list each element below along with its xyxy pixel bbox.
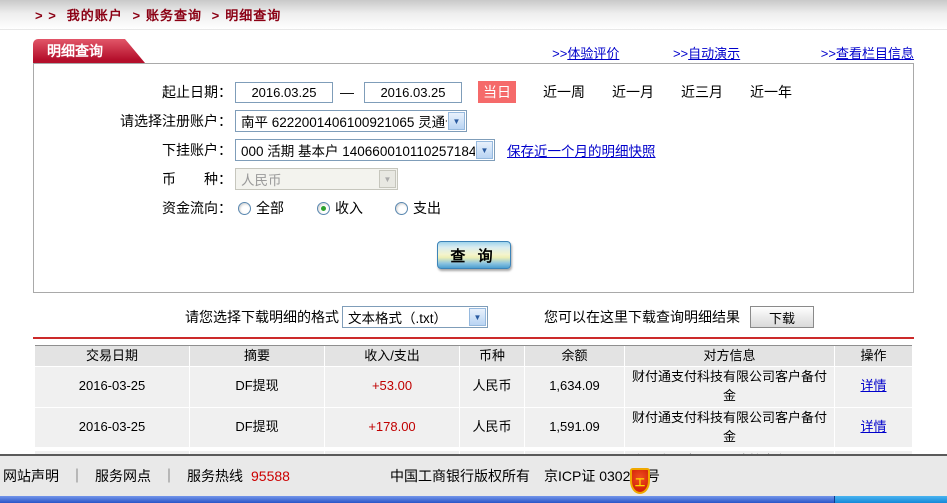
col-header-counterparty: 对方信息 <box>625 346 835 366</box>
radio-income-label[interactable]: 收入 <box>335 198 363 218</box>
sub-account-row: 下挂账户： 000 活期 基本户 1406600101102571848 ▼ 保… <box>34 139 913 161</box>
link-experience-review[interactable]: >>体验评价 <box>552 46 619 61</box>
quick-range-week[interactable]: 近一周 <box>543 82 585 102</box>
radio-income[interactable] <box>317 201 330 215</box>
dropdown-arrow-icon[interactable]: ▼ <box>469 308 486 326</box>
radio-all-label[interactable]: 全部 <box>256 198 284 218</box>
table-row: 2016-03-25 DF提现 +53.00 人民币 1,634.09 财付通支… <box>35 367 912 407</box>
dropdown-arrow-icon[interactable]: ▼ <box>448 112 465 130</box>
flow-row: 资金流向： 全部 收入 支出 <box>34 197 913 219</box>
cell-date: 2016-03-25 <box>35 407 190 448</box>
currency-select: 人民币 ▼ <box>235 168 398 190</box>
radio-all[interactable] <box>238 201 251 215</box>
table-row: 2016-03-25 DF提现 +178.00 人民币 1,591.09 财付通… <box>35 407 912 448</box>
download-row: 请您选择下载明细的格式 文本格式（.txt） ▼ 您可以在这里下载查询明细结果 … <box>33 306 914 328</box>
footer: 网站声明 ｜ 服务网点 ｜ 服务热线 95588 中国工商银行版权所有 京ICP… <box>0 454 947 496</box>
bottom-bar-left-segment <box>0 496 835 503</box>
cell-summary: DF提现 <box>190 407 325 448</box>
bottom-blue-bar <box>0 496 947 503</box>
date-range-dash: — <box>340 84 354 100</box>
cell-balance: 1,591.09 <box>525 407 625 448</box>
date-range-row: 起止日期： — 当日 近一周 近一月 近三月 近一年 <box>34 81 913 103</box>
table-header-row: 交易日期 摘要 收入/支出 币种 余额 对方信息 操作 <box>35 345 912 366</box>
save-snapshot-link[interactable]: 保存近一个月的明细快照 <box>507 140 656 160</box>
breadcrumb-separator: > <box>211 8 221 23</box>
footer-links: 网站声明 ｜ 服务网点 ｜ 服务热线 95588 <box>0 466 290 486</box>
col-header-summary: 摘要 <box>190 346 325 366</box>
date-range-label: 起止日期： <box>162 84 232 100</box>
query-button-row: 查 询 <box>34 241 913 269</box>
query-button[interactable]: 查 询 <box>436 241 511 269</box>
icp-badge-icon[interactable]: 工 <box>630 468 650 494</box>
breadcrumb-item-account-query[interactable]: 账务查询 <box>146 8 202 23</box>
currency-label: 币 种： <box>162 171 232 187</box>
footer-separator: ｜ <box>70 468 84 484</box>
col-header-balance: 余额 <box>525 346 625 366</box>
cell-summary: DF提现 <box>190 367 325 407</box>
col-header-currency: 币种 <box>460 346 525 366</box>
breadcrumb-item-detail-query[interactable]: 明细查询 <box>225 8 281 23</box>
quick-range-quarter[interactable]: 近三月 <box>681 82 723 102</box>
cell-currency: 人民币 <box>460 407 525 448</box>
col-header-amount: 收入/支出 <box>325 346 460 366</box>
footer-separator: ｜ <box>162 468 176 484</box>
quick-range-year[interactable]: 近一年 <box>750 82 792 102</box>
cell-amount: +178.00 <box>325 407 460 448</box>
flow-label: 资金流向： <box>162 200 232 216</box>
cell-date: 2016-03-25 <box>35 367 190 407</box>
tab-detail-query[interactable]: 明细查询 <box>33 39 125 63</box>
detail-link[interactable]: 详情 <box>860 418 886 437</box>
sub-account-select[interactable]: 000 活期 基本户 1406600101102571848 ▼ <box>235 139 495 161</box>
download-hint: 您可以在这里下载查询明细结果 <box>544 309 740 325</box>
quick-range-month[interactable]: 近一月 <box>612 82 654 102</box>
breadcrumb-prefix: > > <box>35 8 57 23</box>
col-header-action: 操作 <box>860 347 887 363</box>
download-format-select[interactable]: 文本格式（.txt） ▼ <box>342 306 488 328</box>
register-account-label: 请选择注册账户： <box>120 113 232 129</box>
bottom-bar-right-segment <box>835 496 947 503</box>
link-view-column-info[interactable]: >>查看栏目信息 <box>821 46 914 61</box>
breadcrumb: > > 我的账户 > 账务查询 > 明细查询 <box>35 5 281 24</box>
today-button[interactable]: 当日 <box>478 81 516 103</box>
download-button[interactable]: 下载 <box>750 306 814 328</box>
cell-counterparty: 财付通支付科技有限公司客户备付金 <box>625 407 835 448</box>
dropdown-arrow-icon[interactable]: ▼ <box>476 141 493 159</box>
footer-copyright: 中国工商银行版权所有 京ICP证 030247号 <box>390 468 660 484</box>
detail-link[interactable]: 详情 <box>860 377 886 396</box>
register-account-select[interactable]: 南平 6222001406100921065 灵通卡 ▼ <box>235 110 467 132</box>
footer-hotline-label: 服务热线 <box>187 468 243 484</box>
cell-amount: +53.00 <box>325 367 460 407</box>
cell-counterparty: 财付通支付科技有限公司客户备付金 <box>625 367 835 407</box>
dropdown-arrow-icon: ▼ <box>379 170 396 188</box>
date-from-input[interactable] <box>235 81 333 103</box>
radio-expense[interactable] <box>395 201 408 215</box>
footer-link-branches[interactable]: 服务网点 <box>95 466 151 486</box>
main-content: 明细查询 >>体验评价 >>自动演示 >>查看栏目信息 起止日期： — 当日 近… <box>33 39 914 492</box>
top-bar: > > 我的账户 > 账务查询 > 明细查询 <box>0 0 947 30</box>
col-header-date: 交易日期 <box>35 346 190 366</box>
cell-currency: 人民币 <box>460 367 525 407</box>
date-to-input[interactable] <box>364 81 462 103</box>
currency-row: 币 种： 人民币 ▼ <box>34 168 913 190</box>
footer-link-statement[interactable]: 网站声明 <box>3 466 59 486</box>
footer-hotline-number: 95588 <box>251 468 290 484</box>
sub-account-label: 下挂账户： <box>162 142 232 158</box>
radio-expense-label[interactable]: 支出 <box>413 198 441 218</box>
cell-balance: 1,634.09 <box>525 367 625 407</box>
red-divider <box>33 337 914 339</box>
query-form: 起止日期： — 当日 近一周 近一月 近三月 近一年 请选择注册账户： 南平 6… <box>33 63 914 293</box>
header-links: >>体验评价 >>自动演示 >>查看栏目信息 <box>552 43 914 62</box>
link-auto-demo[interactable]: >>自动演示 <box>673 46 740 61</box>
download-format-label: 请您选择下载明细的格式 <box>185 309 339 325</box>
tab-row: 明细查询 >>体验评价 >>自动演示 >>查看栏目信息 <box>33 39 914 63</box>
register-account-row: 请选择注册账户： 南平 6222001406100921065 灵通卡 ▼ <box>34 110 913 132</box>
breadcrumb-separator: > <box>132 8 142 23</box>
flow-radio-group: 全部 收入 支出 <box>238 198 441 218</box>
breadcrumb-item-my-account[interactable]: 我的账户 <box>67 8 123 23</box>
